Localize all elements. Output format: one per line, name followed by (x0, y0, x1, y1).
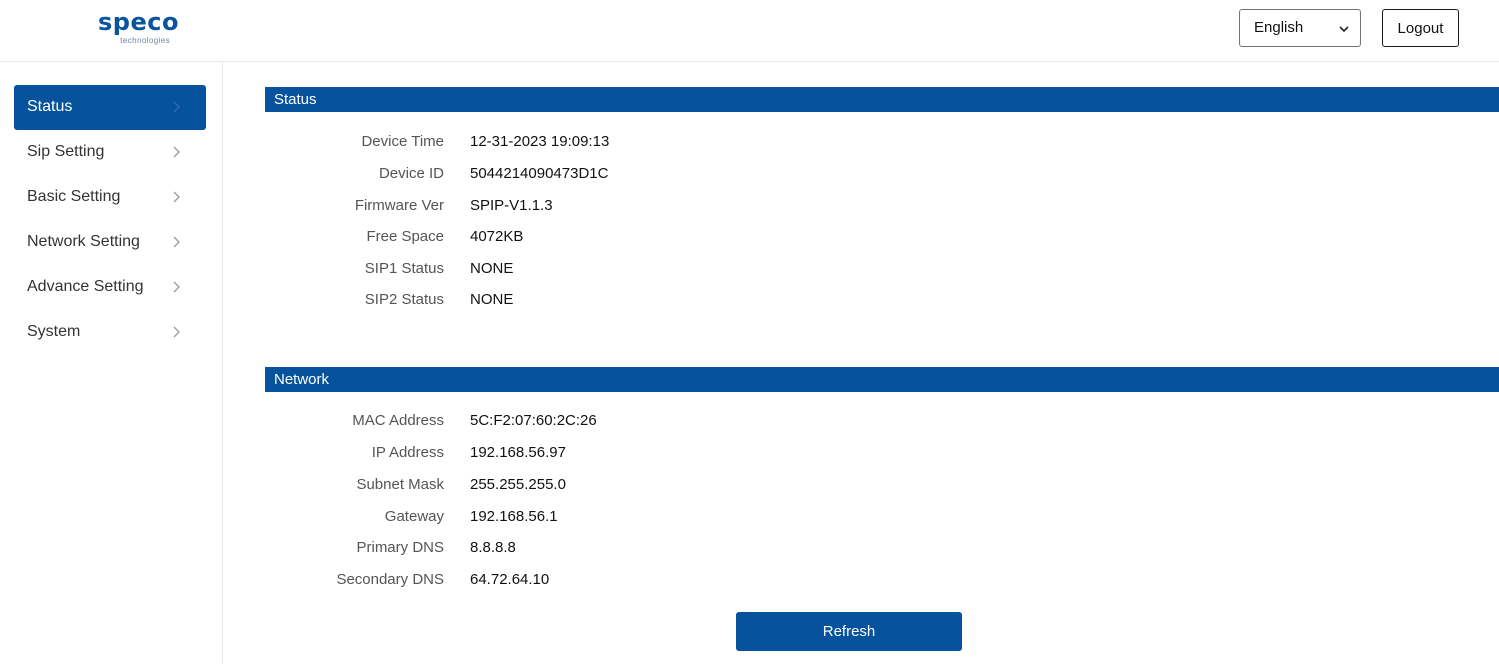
sidebar-item-system[interactable]: System (14, 310, 206, 355)
network-section-title: Network (274, 371, 330, 388)
sidebar-item-label: Network Setting (27, 233, 140, 250)
field-label: Subnet Mask (356, 476, 444, 493)
field-value: SPIP-V1.1.3 (470, 197, 553, 214)
status-section-header: Status (265, 87, 1499, 112)
chevron-right-icon (173, 236, 180, 248)
field-label: IP Address (371, 444, 444, 461)
network-row-gateway: Gateway 192.168.56.1 (265, 508, 865, 530)
status-row-sip2-status: SIP2 Status NONE (265, 291, 865, 313)
status-row-free-space: Free Space 4072KB (265, 228, 865, 250)
chevron-right-icon (173, 191, 180, 203)
field-label: Free Space (366, 228, 444, 245)
network-section-header: Network (265, 367, 1499, 392)
field-label: Secondary DNS (336, 571, 444, 588)
field-label: SIP2 Status (364, 291, 444, 308)
sidebar-item-advance-setting[interactable]: Advance Setting (14, 265, 206, 310)
field-value: 5C:F2:07:60:2C:26 (470, 412, 597, 429)
field-value: 192.168.56.97 (470, 444, 566, 461)
chevron-right-icon (173, 326, 180, 338)
field-value: 64.72.64.10 (470, 571, 550, 588)
field-value: 12-31-2023 19:09:13 (470, 133, 610, 150)
sidebar-item-label: System (27, 323, 81, 340)
language-selected-value: English (1254, 19, 1304, 36)
chevron-right-icon (173, 281, 180, 293)
logout-button[interactable]: Logout (1382, 9, 1459, 47)
sidebar-item-status[interactable]: Status (14, 85, 206, 130)
network-row-ip-address: IP Address 192.168.56.97 (265, 444, 865, 466)
status-row-sip1-status: SIP1 Status NONE (265, 260, 865, 282)
field-label: Gateway (384, 508, 444, 525)
field-label: Device ID (378, 165, 444, 182)
status-row-device-time: Device Time 12-31-2023 19:09:13 (265, 133, 865, 155)
field-label: MAC Address (352, 412, 444, 429)
field-label: Device Time (361, 133, 444, 150)
status-row-device-id: Device ID 5044214090473D1C (265, 165, 865, 187)
field-label: SIP1 Status (364, 260, 444, 277)
field-value: 8.8.8.8 (470, 539, 516, 556)
refresh-button[interactable]: Refresh (736, 612, 962, 651)
logo-text: speco (98, 8, 179, 36)
field-value: NONE (470, 260, 514, 277)
chevron-right-icon (173, 101, 180, 113)
sidebar-item-network-setting[interactable]: Network Setting (14, 220, 206, 265)
network-row-primary-dns: Primary DNS 8.8.8.8 (265, 539, 865, 561)
logo-subtext: technologies (120, 36, 170, 45)
chevron-down-icon (1339, 26, 1349, 33)
sidebar-item-label: Advance Setting (27, 278, 144, 295)
header: speco technologies English Logout (0, 0, 1499, 62)
field-label: Firmware Ver (354, 197, 444, 214)
network-row-secondary-dns: Secondary DNS 64.72.64.10 (265, 571, 865, 593)
network-row-mac-address: MAC Address 5C:F2:07:60:2C:26 (265, 412, 865, 434)
sidebar-item-label: Status (27, 98, 73, 115)
field-label: Primary DNS (356, 539, 444, 556)
field-value: NONE (470, 291, 514, 308)
sidebar-item-label: Basic Setting (27, 188, 121, 205)
chevron-right-icon (173, 146, 180, 158)
field-value: 5044214090473D1C (470, 165, 609, 182)
sidebar: Status Sip Setting Basic Setting Network… (0, 62, 223, 664)
field-value: 4072KB (470, 228, 524, 245)
sidebar-item-sip-setting[interactable]: Sip Setting (14, 130, 206, 175)
status-row-firmware-ver: Firmware Ver SPIP-V1.1.3 (265, 197, 865, 219)
field-value: 192.168.56.1 (470, 508, 558, 525)
speco-logo: speco technologies (98, 8, 198, 52)
sidebar-item-basic-setting[interactable]: Basic Setting (14, 175, 206, 220)
language-select[interactable]: English (1239, 9, 1361, 47)
status-section-title: Status (274, 91, 317, 108)
sidebar-item-label: Sip Setting (27, 143, 105, 160)
field-value: 255.255.255.0 (470, 476, 566, 493)
network-row-subnet-mask: Subnet Mask 255.255.255.0 (265, 476, 865, 498)
